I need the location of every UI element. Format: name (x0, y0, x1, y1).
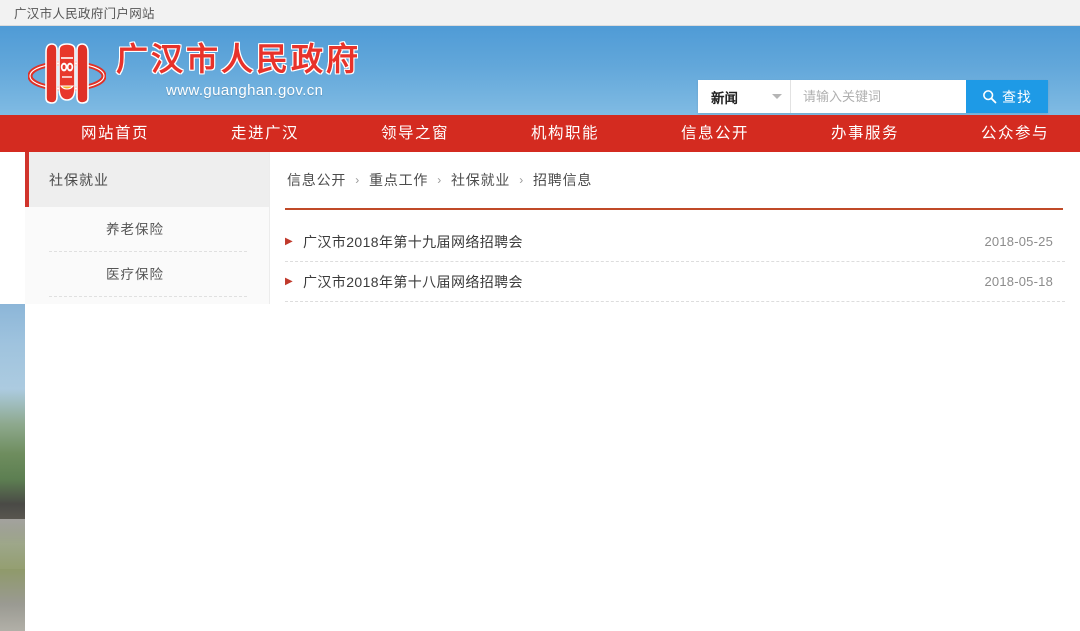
chevron-down-icon (772, 94, 782, 99)
site-name-block: 广汉市人民政府 www.guanghan.gov.cn (116, 42, 361, 98)
nav-item-functions[interactable]: 机构职能 (490, 115, 640, 152)
portal-title: 广汉市人民政府门户网站 (14, 3, 155, 22)
news-date: 2018-05-25 (971, 234, 1054, 249)
sidebar-header-label: 社保就业 (49, 170, 109, 190)
news-list-item[interactable]: ▶ 广汉市2018年第十九届网络招聘会 2018-05-25 (285, 222, 1065, 262)
breadcrumb-separator: › (519, 173, 524, 187)
breadcrumb: 信息公开 › 重点工作 › 社保就业 › 招聘信息 (285, 152, 1065, 208)
page-root: 广汉市人民政府门户网站 (0, 0, 1080, 631)
search-button-label: 查找 (1002, 87, 1032, 107)
search-icon (982, 89, 997, 104)
main-navigation: 网站首页 走进广汉 领导之窗 机构职能 信息公开 办事服务 公众参与 (0, 115, 1080, 152)
sanxingdui-mask-icon (28, 36, 106, 106)
breadcrumb-item-recruitment: 招聘信息 (533, 170, 592, 190)
search-category-select[interactable]: 新闻 (698, 80, 791, 113)
breadcrumb-item-disclosure[interactable]: 信息公开 (287, 170, 346, 190)
news-title: 广汉市2018年第十九届网络招聘会 (303, 232, 971, 252)
nav-item-about[interactable]: 走进广汉 (190, 115, 340, 152)
sidebar-item-pension[interactable]: 养老保险 (49, 207, 247, 252)
triangle-right-icon: ▶ (285, 277, 303, 287)
search-category-label: 新闻 (711, 87, 738, 107)
news-list-item[interactable]: ▶ 广汉市2018年第十八届网络招聘会 2018-05-18 (285, 262, 1065, 302)
body-region: 社保就业 养老保险 医疗保险 失业保险 工伤保险 生育保险 定点机构 就业服务 … (0, 152, 1080, 631)
search-button[interactable]: 查找 (966, 80, 1048, 113)
site-name-cn: 广汉市人民政府 (116, 42, 361, 77)
triangle-right-icon: ▶ (285, 237, 303, 247)
page-canvas (25, 304, 1080, 631)
breadcrumb-item-social-security[interactable]: 社保就业 (451, 170, 510, 190)
news-title: 广汉市2018年第十八届网络招聘会 (303, 272, 971, 292)
search-input[interactable] (791, 80, 966, 113)
breadcrumb-item-keywork[interactable]: 重点工作 (369, 170, 428, 190)
nav-item-home[interactable]: 网站首页 (40, 115, 190, 152)
nav-item-public[interactable]: 公众参与 (940, 115, 1080, 152)
news-date: 2018-05-18 (971, 274, 1054, 289)
nav-item-disclosure[interactable]: 信息公开 (640, 115, 790, 152)
search-bar: 新闻 查找 (698, 80, 1048, 113)
breadcrumb-divider (285, 208, 1063, 210)
site-url: www.guanghan.gov.cn (166, 82, 361, 99)
breadcrumb-separator: › (437, 173, 442, 187)
sidebar-item-medical[interactable]: 医疗保险 (49, 252, 247, 297)
brand-block[interactable]: 广汉市人民政府 www.guanghan.gov.cn (28, 36, 361, 106)
breadcrumb-separator: › (355, 173, 360, 187)
nav-item-leaders[interactable]: 领导之窗 (340, 115, 490, 152)
site-header: 广汉市人民政府 www.guanghan.gov.cn 新闻 查找 (0, 26, 1080, 115)
top-utility-bar: 广汉市人民政府门户网站 (0, 0, 1080, 26)
nav-item-services[interactable]: 办事服务 (790, 115, 940, 152)
sidebar-header: 社保就业 (25, 152, 269, 207)
